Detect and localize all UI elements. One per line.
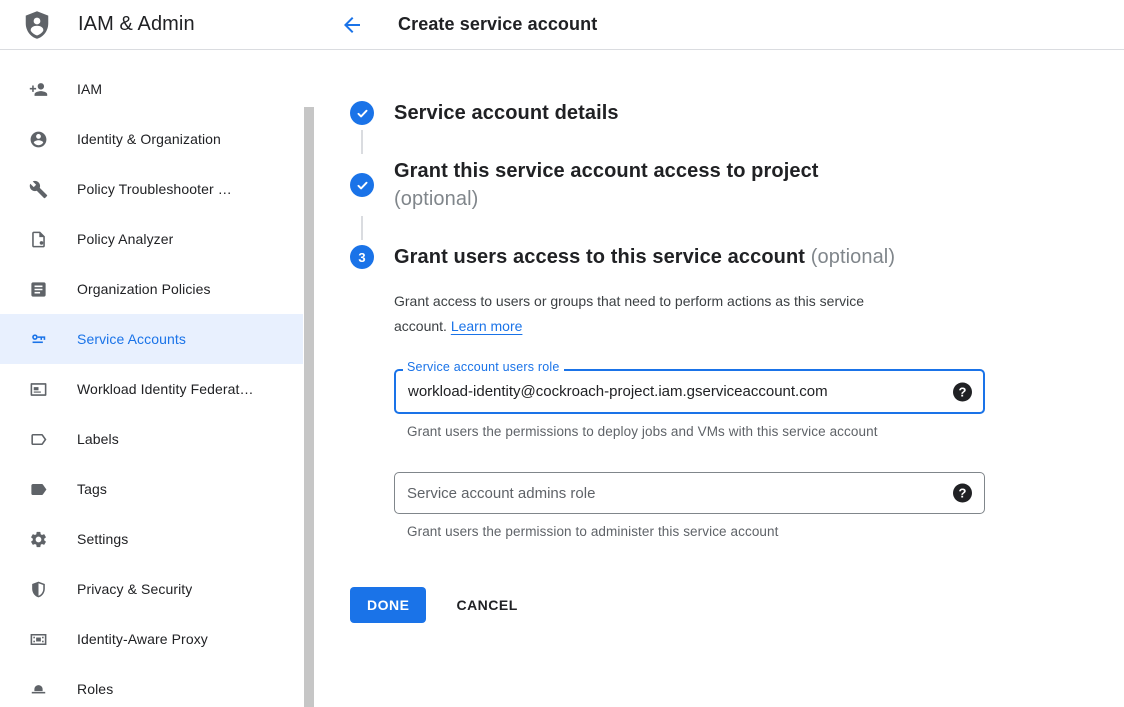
step-2-complete-check-icon [350, 173, 374, 197]
sidebar-item-label: IAM [77, 81, 102, 97]
done-button[interactable]: DONE [350, 587, 426, 623]
step-2-title: Grant this service account access to pro… [394, 157, 819, 185]
label-outline-icon [28, 429, 48, 449]
sidebar-item-privacy-security[interactable]: Privacy & Security [0, 564, 316, 614]
sidebar-item-labels[interactable]: Labels [0, 414, 316, 464]
sidebar-item-label: Service Accounts [77, 331, 186, 347]
iam-shield-icon [22, 10, 52, 40]
sidebar-item-identity-organization[interactable]: Identity & Organization [0, 114, 316, 164]
sidebar-item-label: Roles [77, 681, 113, 697]
step-3-number-badge: 3 [350, 245, 374, 269]
sidebar: IAM & Admin IAM Identity & Organization [0, 0, 316, 707]
help-icon[interactable]: ? [953, 382, 972, 401]
step-3-optional-label: (optional) [811, 246, 895, 268]
users-role-field-group: Service account users role ? Grant users… [394, 369, 985, 439]
step-3-description: Grant access to users or groups that nee… [394, 289, 919, 339]
sidebar-item-label: Identity & Organization [77, 131, 221, 147]
help-icon[interactable]: ? [953, 484, 972, 503]
account-circle-icon [28, 129, 48, 149]
step-2-title-block: Grant this service account access to pro… [394, 157, 819, 213]
sidebar-nav: IAM Identity & Organization Policy Troub… [0, 50, 316, 707]
users-role-field-box: Service account users role ? [394, 369, 985, 414]
admins-role-field-group: ? Grant users the permission to administ… [394, 472, 985, 539]
app-window: IAM & Admin IAM Identity & Organization [0, 0, 1124, 707]
shield-half-icon [28, 579, 48, 599]
step-2-grant-access-to-project: Grant this service account access to pro… [350, 157, 1094, 213]
step-connector [361, 216, 363, 240]
learn-more-link[interactable]: Learn more [451, 318, 523, 334]
sidebar-item-label: Policy Troubleshooter … [77, 181, 232, 197]
sidebar-item-roles[interactable]: Roles [0, 664, 316, 707]
sidebar-title: IAM & Admin [78, 13, 195, 36]
sidebar-item-label: Labels [77, 431, 119, 447]
badge-card-icon [28, 379, 48, 399]
step-3-title: Grant users access to this service accou… [394, 246, 805, 268]
sidebar-item-label: Privacy & Security [77, 581, 192, 597]
document-lines-icon [28, 279, 48, 299]
sidebar-item-iam[interactable]: IAM [0, 64, 316, 114]
step-3-title-block: Grant users access to this service accou… [394, 243, 895, 271]
sidebar-item-policy-troubleshooter[interactable]: Policy Troubleshooter … [0, 164, 316, 214]
wizard-content: Service account details Grant this servi… [316, 50, 1124, 623]
sidebar-item-organization-policies[interactable]: Organization Policies [0, 264, 316, 314]
page-title: Create service account [398, 14, 597, 35]
users-role-field-label: Service account users role [403, 360, 564, 374]
proxy-strip-icon [28, 629, 48, 649]
sidebar-item-tags[interactable]: Tags [0, 464, 316, 514]
policy-analyzer-icon [28, 229, 48, 249]
users-role-input[interactable] [394, 369, 985, 414]
sidebar-item-identity-aware-proxy[interactable]: Identity-Aware Proxy [0, 614, 316, 664]
step-2-optional-label: (optional) [394, 185, 819, 213]
users-role-helper-text: Grant users the permissions to deploy jo… [407, 424, 985, 439]
step-1-service-account-details: Service account details [350, 99, 1094, 127]
main-panel: Create service account Service account d… [316, 0, 1124, 707]
gear-icon [28, 529, 48, 549]
sidebar-item-policy-analyzer[interactable]: Policy Analyzer [0, 214, 316, 264]
roles-hat-icon [28, 679, 48, 699]
sidebar-scrollbar-thumb[interactable] [304, 107, 314, 707]
wrench-icon [28, 179, 48, 199]
sidebar-item-label: Tags [77, 481, 107, 497]
tag-filled-icon [28, 479, 48, 499]
sidebar-item-service-accounts[interactable]: Service Accounts [0, 314, 316, 364]
wizard-actions: DONE CANCEL [350, 587, 1094, 623]
admins-role-field-box: ? [394, 472, 985, 514]
sidebar-item-label: Settings [77, 531, 128, 547]
sidebar-item-workload-identity-federation[interactable]: Workload Identity Federat… [0, 364, 316, 414]
back-button[interactable] [340, 13, 364, 37]
sidebar-item-settings[interactable]: Settings [0, 514, 316, 564]
page-header: Create service account [316, 0, 1124, 50]
sidebar-header: IAM & Admin [0, 0, 316, 50]
sidebar-item-label: Organization Policies [77, 281, 211, 297]
person-add-icon [28, 79, 48, 99]
step-1-complete-check-icon [350, 101, 374, 125]
sidebar-item-label: Workload Identity Federat… [77, 381, 254, 397]
step-3-grant-users-access: 3 Grant users access to this service acc… [350, 243, 1094, 271]
arrow-back-icon [340, 13, 364, 37]
cancel-button[interactable]: CANCEL [456, 597, 517, 613]
step-3-body: Grant access to users or groups that nee… [394, 289, 1094, 623]
admins-role-helper-text: Grant users the permission to administer… [407, 524, 985, 539]
admins-role-input[interactable] [394, 472, 985, 514]
service-account-key-icon [28, 329, 48, 349]
step-connector [361, 130, 363, 154]
sidebar-item-label: Policy Analyzer [77, 231, 173, 247]
sidebar-scrollbar-track [303, 100, 316, 707]
sidebar-item-label: Identity-Aware Proxy [77, 631, 208, 647]
step-1-title: Service account details [394, 99, 619, 127]
